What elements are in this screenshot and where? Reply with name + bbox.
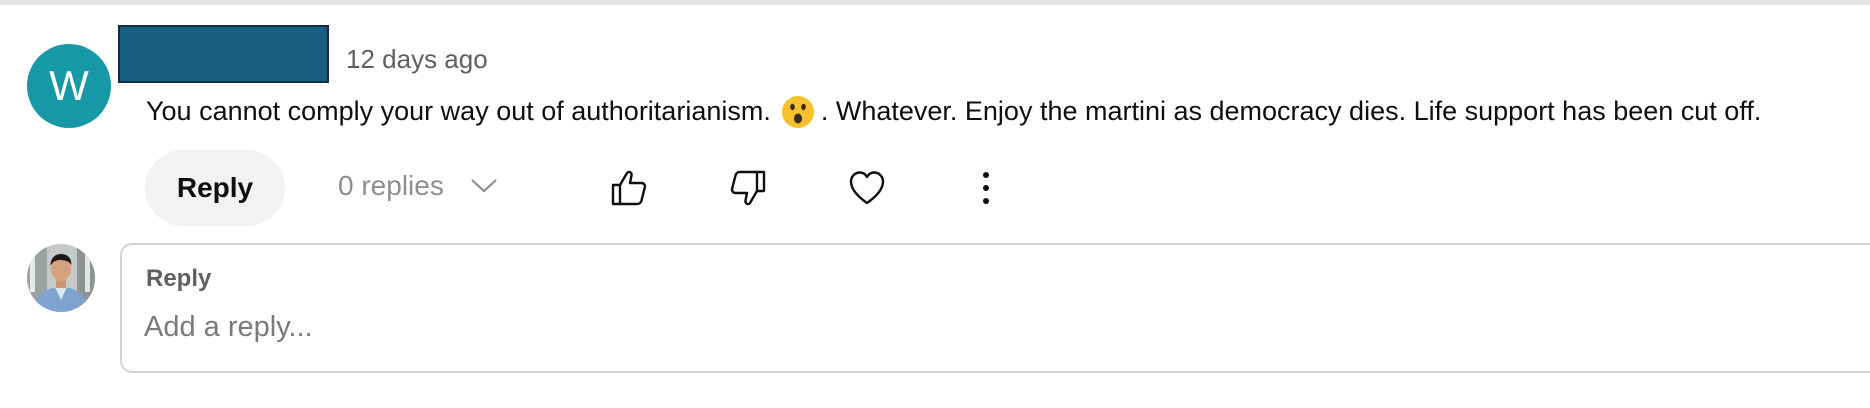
reply-box-label: Reply: [146, 265, 212, 292]
reply-button[interactable]: Reply: [145, 150, 285, 226]
comment-text-part2: . Whatever. Enjoy the martini as democra…: [820, 95, 1762, 126]
comment-timestamp[interactable]: 12 days ago: [346, 44, 488, 75]
thumb-down-icon[interactable]: [728, 168, 768, 208]
top-divider: [0, 0, 1870, 5]
author-name-redacted: [118, 25, 329, 83]
more-vertical-icon[interactable]: [966, 168, 1006, 208]
heart-icon[interactable]: [847, 168, 887, 208]
comment-text-part1: You cannot comply your way out of author…: [146, 95, 771, 126]
replies-toggle[interactable]: 0 replies: [338, 170, 498, 202]
reply-input[interactable]: [144, 307, 1644, 347]
author-avatar[interactable]: W: [27, 44, 111, 128]
astonished-face-icon: [781, 95, 815, 129]
replies-count: 0 replies: [338, 170, 444, 201]
thumb-up-icon[interactable]: [609, 168, 649, 208]
chevron-down-icon: [471, 179, 497, 193]
current-user-avatar: [27, 244, 95, 312]
comment-text: You cannot comply your way out of author…: [146, 94, 1761, 128]
reply-box[interactable]: Reply: [120, 243, 1870, 373]
